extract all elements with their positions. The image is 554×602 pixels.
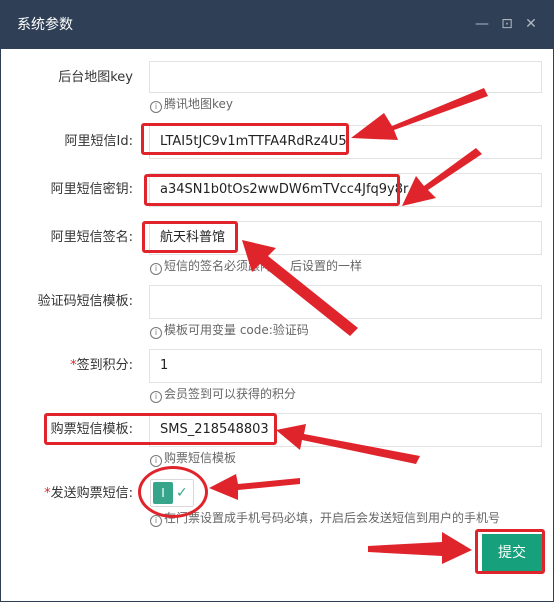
info-icon: i (150, 455, 162, 467)
field-label-sms-secret: 阿里短信密钥: (50, 182, 133, 197)
info-icon: i (150, 101, 162, 113)
hint-map-key: i 腾讯地图key (150, 95, 233, 113)
field-label-map-key: 后台地图key (58, 70, 133, 85)
map-key-input[interactable] (149, 61, 542, 93)
annotation-box-sms-id (141, 123, 349, 155)
hint-send-ticket-sms: i 在门票设置成手机号码必填，开启后会发送短信到用户的手机号 (150, 509, 500, 527)
verify-template-input[interactable] (149, 285, 542, 319)
system-params-dialog: 系统参数 — ⊡ ✕ 后台地图key i 腾讯地图key 阿里短信Id: LTAI… (0, 0, 554, 602)
field-label-verify-template: 验证码短信模板: (37, 294, 133, 309)
annotation-box-ticket-template (44, 413, 277, 445)
field-label-sms-signature: 阿里短信签名: (50, 230, 133, 245)
maximize-icon[interactable]: ⊡ (498, 15, 516, 33)
signin-points-input[interactable]: 1 (149, 349, 542, 383)
annotation-box-sms-secret (144, 174, 400, 206)
annotation-box-sms-signature (142, 221, 238, 253)
field-label-send-ticket-sms: *发送购票短信: (44, 486, 133, 501)
close-icon[interactable]: ✕ (522, 15, 540, 33)
dialog-titlebar: 系统参数 — ⊡ ✕ (1, 1, 553, 49)
info-icon: i (150, 391, 162, 403)
annotation-circle-toggle (138, 466, 208, 518)
info-icon: i (150, 263, 162, 275)
minimize-icon[interactable]: — (473, 15, 491, 33)
hint-sms-signature: i 短信的签名必须跟阿 后设置的一样 (150, 257, 362, 275)
hint-signin-points: i 会员签到可以获得的积分 (150, 385, 296, 403)
dialog-title: 系统参数 (17, 17, 73, 33)
annotation-box-submit (475, 529, 545, 574)
info-icon: i (150, 327, 162, 339)
field-label-signin-points: *签到积分: (70, 358, 133, 373)
field-label-sms-id: 阿里短信Id: (64, 134, 133, 149)
hint-ticket-template: i 购票短信模板 (150, 449, 236, 467)
hint-verify-template: i 模板可用变量 code:验证码 (150, 321, 309, 339)
info-icon: i (150, 515, 162, 527)
